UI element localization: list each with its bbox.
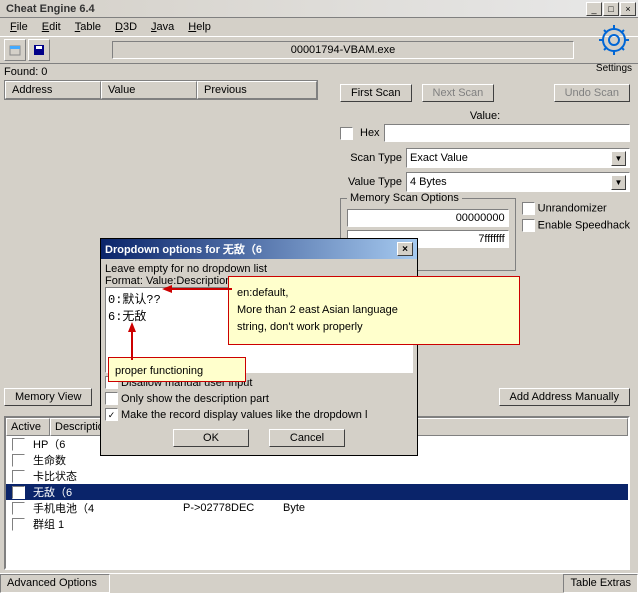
add-address-button[interactable]: Add Address Manually	[499, 388, 630, 406]
col-previous[interactable]: Previous	[197, 81, 317, 99]
table-row[interactable]: 群组 1	[6, 516, 628, 532]
mem-options-title: Memory Scan Options	[347, 192, 462, 204]
make-record-row[interactable]: ✓Make the record display values like the…	[105, 407, 413, 423]
undo-scan-button: Undo Scan	[554, 84, 630, 102]
process-display[interactable]: 00001794-VBAM.exe	[112, 41, 574, 59]
annotation-callout-1: en:default, More than 2 east Asian langu…	[228, 276, 520, 345]
toolbar: 00001794-VBAM.exe	[0, 36, 638, 64]
only-desc-checkbox[interactable]	[105, 392, 118, 405]
speedhack-row[interactable]: Enable Speedhack	[522, 219, 630, 232]
dialog-instruction: Leave empty for no dropdown list	[105, 263, 413, 275]
chevron-down-icon: ▼	[611, 175, 626, 190]
menu-file[interactable]: File	[4, 20, 34, 34]
dropdown-options-dialog: Dropdown options for 无敌（6 × Leave empty …	[100, 238, 418, 456]
menu-java[interactable]: Java	[145, 20, 180, 34]
hex-checkbox[interactable]	[340, 127, 353, 140]
value-label: Value:	[340, 110, 630, 122]
cheat-engine-logo[interactable]: Settings	[594, 20, 634, 70]
menu-d3d[interactable]: D3D	[109, 20, 143, 34]
annotation-callout-2: proper functioning	[108, 357, 246, 382]
hex-label: Hex	[360, 127, 380, 139]
advanced-options[interactable]: Advanced Options	[0, 574, 110, 593]
arrow-icon	[128, 322, 136, 360]
close-button[interactable]: ×	[620, 2, 636, 16]
value-type-select[interactable]: 4 Bytes ▼	[406, 172, 630, 192]
col-address[interactable]: Address	[5, 81, 101, 99]
active-checkbox[interactable]	[12, 518, 25, 531]
col-active[interactable]: Active	[6, 418, 50, 436]
active-checkbox[interactable]	[12, 470, 25, 483]
menu-help[interactable]: Help	[182, 20, 217, 34]
table-row-selected[interactable]: 无敌（6	[6, 484, 628, 500]
results-list[interactable]: Address Value Previous	[4, 80, 318, 100]
dialog-titlebar[interactable]: Dropdown options for 无敌（6 ×	[101, 239, 417, 259]
menu-table[interactable]: Table	[69, 20, 107, 34]
unrandomizer-checkbox[interactable]	[522, 202, 535, 215]
dialog-title-text: Dropdown options for 无敌（6	[105, 241, 262, 257]
cancel-button[interactable]: Cancel	[269, 429, 345, 447]
chevron-down-icon: ▼	[611, 151, 626, 166]
active-checkbox[interactable]	[12, 438, 25, 451]
minimize-button[interactable]: _	[586, 2, 602, 16]
maximize-button[interactable]: □	[603, 2, 619, 16]
start-address-input[interactable]	[347, 209, 509, 227]
process-name: 00001794-VBAM.exe	[291, 44, 396, 56]
save-button[interactable]	[28, 39, 50, 61]
active-checkbox[interactable]	[12, 486, 25, 499]
speedhack-checkbox[interactable]	[522, 219, 535, 232]
scan-type-label: Scan Type	[340, 152, 402, 164]
found-count: Found: 0	[0, 64, 638, 80]
active-checkbox[interactable]	[12, 502, 25, 515]
arrow-icon	[162, 285, 232, 293]
value-type-label: Value Type	[340, 176, 402, 188]
menu-edit[interactable]: Edit	[36, 20, 67, 34]
memory-view-button[interactable]: Memory View	[4, 388, 92, 406]
next-scan-button: Next Scan	[422, 84, 495, 102]
only-desc-row[interactable]: Only show the description part	[105, 391, 413, 407]
table-row[interactable]: 卡比状态	[6, 468, 628, 484]
col-value[interactable]: Value	[101, 81, 197, 99]
scan-type-select[interactable]: Exact Value ▼	[406, 148, 630, 168]
window-title: Cheat Engine 6.4	[2, 3, 586, 15]
title-bar: Cheat Engine 6.4 _ □ ×	[0, 0, 638, 18]
dialog-close-button[interactable]: ×	[397, 242, 413, 256]
value-input[interactable]	[384, 124, 630, 142]
status-bar: Advanced Options Table Extras	[0, 573, 638, 593]
make-record-checkbox[interactable]: ✓	[105, 408, 118, 421]
unrandomizer-row[interactable]: Unrandomizer	[522, 202, 630, 215]
first-scan-button[interactable]: First Scan	[340, 84, 412, 102]
table-row[interactable]: 手机电池（4P->02778DECByte	[6, 500, 628, 516]
table-extras[interactable]: Table Extras	[563, 574, 638, 593]
ok-button[interactable]: OK	[173, 429, 249, 447]
open-process-button[interactable]	[4, 39, 26, 61]
settings-label: Settings	[594, 63, 634, 74]
active-checkbox[interactable]	[12, 454, 25, 467]
menu-bar: File Edit Table D3D Java Help	[0, 18, 638, 36]
